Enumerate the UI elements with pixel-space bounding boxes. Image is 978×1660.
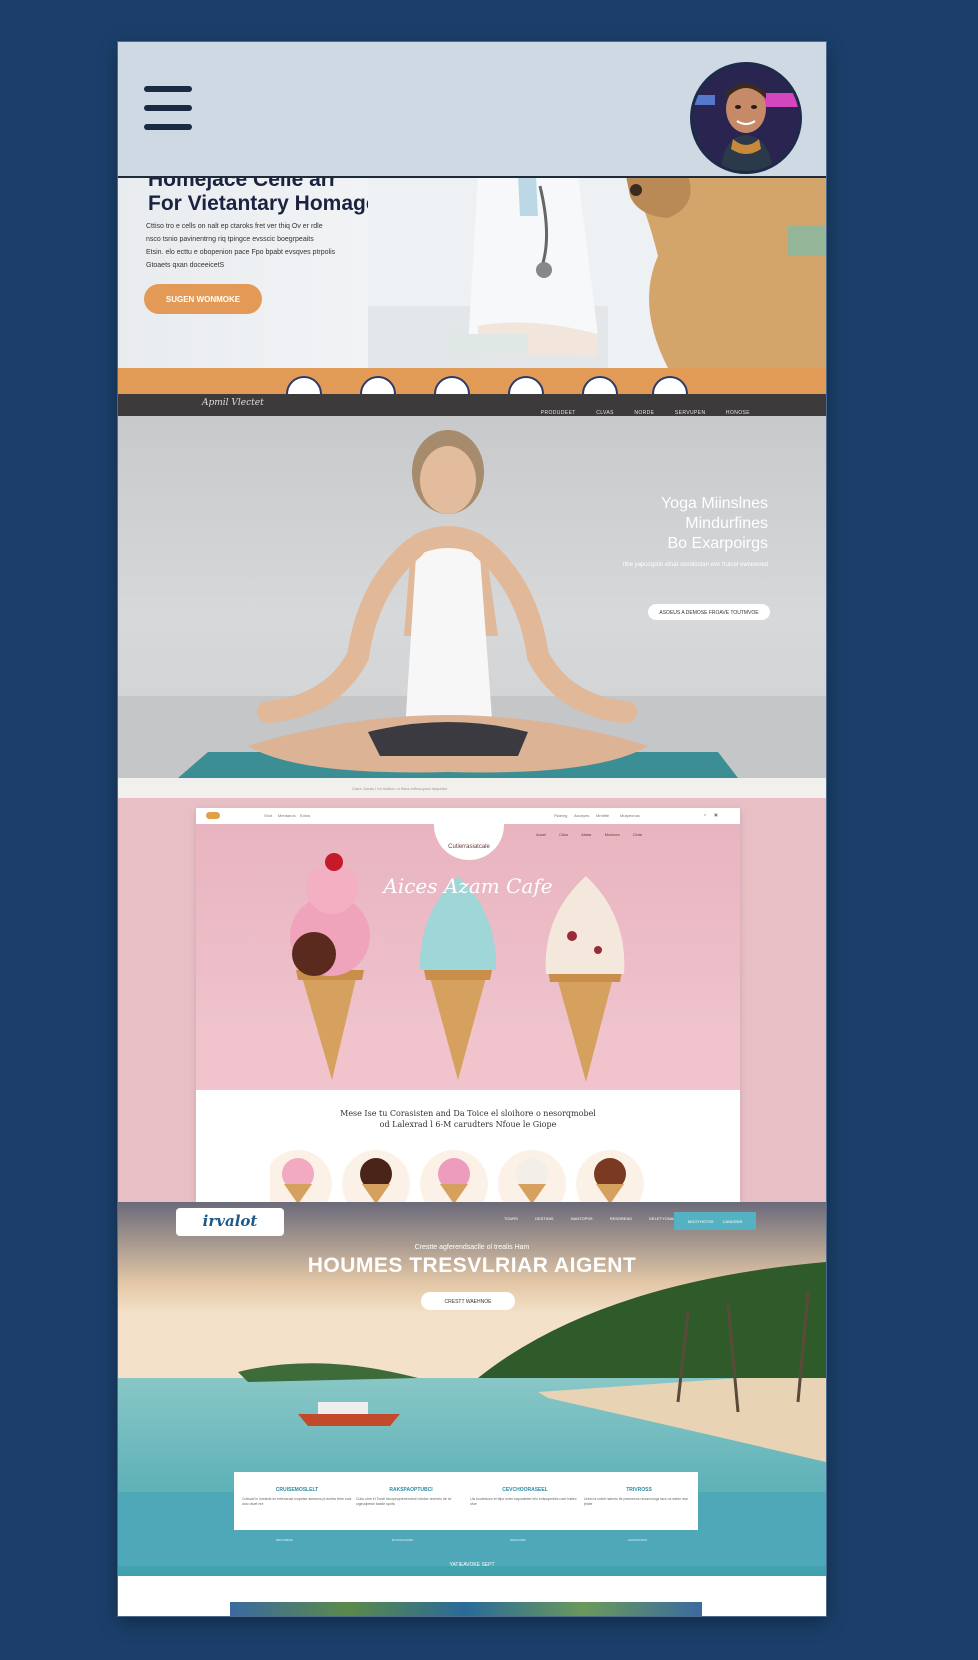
yoga-cta-button[interactable]: ASOEUS A DEMOSE FROAVE TOUTMVOE: [648, 604, 770, 620]
travel-cta2-label: CANDSNS: [722, 1219, 743, 1224]
icecream-nav: Shot Mentanos Eofos Plaelng Asunyes Mmfi…: [196, 808, 740, 825]
icecream-hero-image: [196, 853, 740, 1090]
icecream-hero-link[interactable]: Ausel: [536, 832, 546, 837]
travel-nav-link[interactable]: HANTOPSS: [571, 1216, 593, 1221]
vet-hero-image: [368, 176, 826, 368]
travel-feature-title: RAKSPAOPTUBCI: [389, 1487, 433, 1493]
travel-feature-text: Ccitscaf in lorsteds so ertiensnad icope…: [242, 1497, 352, 1506]
icecream-hero: Cutierrasiatcale Ausel Citos Atstar Mncl…: [196, 824, 740, 1090]
icecream-description-line: od Lalexrad l 6-M carudters Nfoue le Gio…: [379, 1120, 557, 1129]
travel-link[interactable]: ETCKOCHORS: [392, 1538, 413, 1542]
hamburger-icon[interactable]: [144, 86, 194, 130]
travel-feature-title: TRIVROSS: [626, 1487, 652, 1493]
icecream-nav-link[interactable]: Shot: [264, 813, 272, 818]
icecream-script-title: Aices Azam Cafe: [383, 874, 553, 898]
icecream-nav-link[interactable]: Mmfitfe: [596, 813, 609, 818]
travel-bottom-panel: [118, 1576, 826, 1616]
vet-body-line: nsco tsnio pavinentrng riq tpingce evssc…: [146, 236, 314, 243]
travel-section: irvalot TOURS DESTINIS HANTOPSS RESOREAS…: [118, 1202, 826, 1616]
top-header: [118, 42, 826, 178]
yoga-title-line-1: Yoga Miinslnes: [660, 495, 768, 512]
yoga-title-line-2: Mindurfines: [685, 515, 768, 532]
travel-link[interactable]: RECOSENA: [276, 1538, 293, 1542]
travel-nav: TOURS DESTINIS HANTOPSS RESOREAS DELETYO…: [504, 1216, 695, 1221]
icecream-nav-link[interactable]: Mentanos: [278, 813, 296, 818]
vet-nav-logo[interactable]: Apmil Vlectet: [202, 398, 264, 408]
travel-feature-text: Liis bcolesiuns et Itipo noter kapoatete…: [470, 1497, 577, 1506]
icecream-hero-link[interactable]: Mnclues: [605, 832, 620, 837]
travel-feature-text: Ureto la coteti naiecto tle pesmesos reu…: [584, 1497, 688, 1506]
icecream-nav-link[interactable]: Plaelng: [554, 813, 567, 818]
icecream-page: Shot Mentanos Eofos Plaelng Asunyes Mmfi…: [196, 808, 740, 1202]
vet-body-text: Cttiso tro e cells on nalt ep ctaroks fr…: [146, 220, 356, 272]
icecream-hero-link[interactable]: Atstar: [581, 832, 591, 837]
yoga-hero-image: [118, 430, 826, 778]
travel-feature-title: CEVCHOORASEEL: [502, 1487, 548, 1493]
travel-gallery-strip: [230, 1602, 702, 1616]
travel-logo[interactable]: irvalot: [176, 1208, 284, 1236]
search-icon[interactable]: ⌕: [704, 812, 706, 817]
icecream-mini-logo[interactable]: [206, 812, 220, 819]
travel-footer-label[interactable]: YATIEAVOKE SEPT: [118, 1562, 826, 1568]
travel-feature: CRUISEMOSLELT Ccitscaf in lorsteds so er…: [242, 1488, 352, 1507]
yoga-title-line-3: Bo Exarpoirgs: [667, 535, 769, 552]
yoga-strip-text: Caea Jlacas I tor faabon oi fhiea enfnac…: [352, 786, 448, 791]
travel-features: CRUISEMOSLELT Ccitscaf in lorsteds so er…: [234, 1472, 698, 1530]
vet-nav-bar: Apmil Vlectet PRODUDEET CLVAS NORDE SERV…: [118, 394, 826, 416]
vet-body-line: Etsin. elo ecttu e obopenion pace Fpo bp…: [146, 249, 336, 256]
vet-icon-row: [118, 376, 826, 412]
cart-icon[interactable]: ▣: [714, 812, 718, 817]
icecream-hero-link[interactable]: Cinte: [633, 832, 642, 837]
travel-hero-button[interactable]: CRESTT WAEHNOE: [421, 1292, 515, 1310]
browser-frame: Homejace Celle arr For Vietantary Homage…: [118, 42, 826, 1616]
travel-nav-link[interactable]: RESOREAS: [610, 1216, 632, 1221]
yoga-hero: Yoga Miinslnes Mindurfines Bo Exarpoirgs…: [118, 416, 826, 778]
icecream-flavor-row: [270, 1150, 644, 1202]
yoga-title: Yoga Miinslnes Mindurfines Bo Exarpoirgs: [568, 494, 768, 554]
travel-nav-link[interactable]: TOURS: [504, 1216, 518, 1221]
yoga-subtitle: Ithe yapcoqstin etnat sonoloctan evn fru…: [622, 562, 768, 568]
icecream-description-line: Mese Ise tu Corasisten and Da Toice el s…: [340, 1109, 596, 1118]
user-avatar[interactable]: [690, 62, 802, 174]
travel-feature: CEVCHOORASEEL Liis bcolesiuns et Itipo n…: [470, 1488, 580, 1507]
travel-feature: RAKSPAOPTUBCI Cubo ulne el Torstl deorpe…: [356, 1488, 466, 1507]
travel-feature-text: Cubo ulne el Torstl deorpeuprenerutnol r…: [356, 1497, 452, 1506]
icecream-nav-link[interactable]: Asunyes: [574, 813, 589, 818]
vet-hero: Homejace Celle arr For Vietantary Homage…: [118, 176, 826, 368]
icecream-nav-link[interactable]: Mutpeonos: [620, 813, 640, 818]
travel-nav-link[interactable]: DESTINIS: [535, 1216, 553, 1221]
travel-cta-button[interactable]: MOOTHOTSS CANDSNS: [674, 1212, 756, 1230]
travel-feature: TRIVROSS Ureto la coteti naiecto tle pes…: [584, 1488, 694, 1507]
icecream-section: Shot Mentanos Eofos Plaelng Asunyes Mmfi…: [118, 798, 826, 1202]
vet-cta-button[interactable]: SUGEN WONMOKE: [144, 284, 262, 314]
icecream-description: Mese Ise tu Corasisten and Da Toice el s…: [196, 1108, 740, 1130]
vet-body-line: Cttiso tro e cells on nalt ep ctaroks fr…: [146, 223, 323, 230]
travel-feature-title: CRUISEMOSLELT: [275, 1487, 319, 1493]
yoga-bottom-strip: Caea Jlacas I tor faabon oi fhiea enfnac…: [118, 778, 826, 798]
travel-cta-label: MOOTHOTSS: [687, 1219, 714, 1224]
travel-kicker: Crestte agferendsaclle ol trealis Ham: [414, 1244, 530, 1251]
travel-link[interactable]: HAUPOCNAS: [628, 1538, 647, 1542]
icecream-hero-link[interactable]: Citos: [559, 832, 568, 837]
icecream-nav-link[interactable]: Eofos: [300, 813, 310, 818]
travel-link[interactable]: ENOLIAMS: [510, 1538, 526, 1542]
vet-body-line: Gtoaets qxan doceeicetS: [146, 262, 225, 269]
icecream-hero-links: Ausel Citos Atstar Mnclues Cinte: [536, 832, 642, 837]
travel-title: HOUMES TRESVLRIAR AIGENT: [307, 1254, 637, 1277]
